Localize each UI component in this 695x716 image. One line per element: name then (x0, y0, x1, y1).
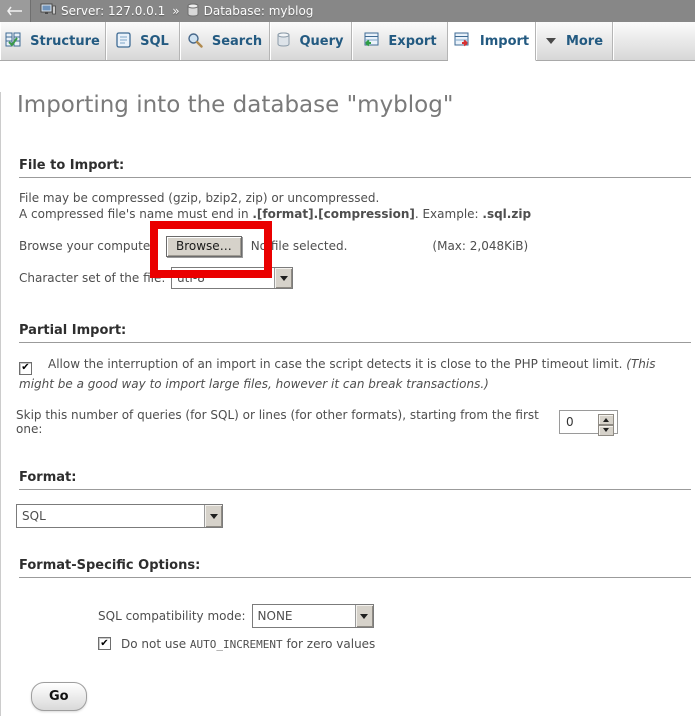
file-help-text: File may be compressed (gzip, bzip2, zip… (19, 190, 677, 222)
spinner-buttons (598, 414, 614, 430)
tab-bar: Structure SQL Search (0, 22, 695, 61)
browse-label: Browse your computer: (19, 239, 166, 253)
allow-interrupt-label: Allow the interruption of an import in c… (19, 357, 656, 391)
breadcrumb: Server: 127.0.0.1 » Database: myblog (40, 3, 313, 20)
partial-import-heading: Partial Import: (19, 323, 691, 343)
auto-increment-checkbox[interactable] (98, 637, 111, 650)
file-help-line2: A compressed file's name must end in .[f… (19, 207, 531, 221)
breadcrumb-bar: Server: 127.0.0.1 » Database: myblog (0, 0, 695, 22)
skip-queries-label: Skip this number of queries (for SQL) or… (16, 408, 559, 436)
import-icon (454, 32, 471, 51)
charset-label: Character set of the file: (19, 271, 171, 285)
format-select-arrow[interactable] (204, 505, 222, 527)
tab-import-label: Import (480, 34, 529, 49)
search-icon (187, 32, 203, 51)
format-selected-value: SQL (17, 505, 204, 527)
back-arrow-icon (7, 4, 23, 19)
tab-import[interactable]: Import (448, 22, 536, 61)
sql-compatibility-select-arrow[interactable] (355, 605, 373, 627)
database-icon (187, 3, 199, 20)
tab-more-label: More (566, 34, 603, 49)
file-to-import-heading: File to Import: (19, 158, 691, 178)
allow-interrupt-checkbox[interactable] (19, 362, 32, 375)
structure-icon (5, 32, 21, 51)
spinner-down-button[interactable] (598, 425, 614, 436)
allow-interrupt-row: Allow the interruption of an import in c… (19, 355, 677, 394)
sql-compatibility-row: SQL compatibility mode: NONE (98, 604, 677, 628)
tab-query[interactable]: Query (270, 22, 352, 60)
file-help-line1: File may be compressed (gzip, bzip2, zip… (19, 191, 379, 205)
format-specific-options-heading: Format-Specific Options: (19, 558, 691, 578)
spinner-up-button[interactable] (598, 414, 614, 425)
charset-select[interactable]: utf-8 (171, 267, 293, 289)
tab-query-label: Query (299, 34, 343, 49)
spinner-up-icon (603, 415, 609, 422)
import-content: Importing into the database "myblog" Fil… (0, 92, 695, 716)
skip-queries-spinner (559, 410, 618, 434)
dropdown-arrow-icon (280, 276, 288, 285)
charset-row: Character set of the file: utf-8 (19, 267, 677, 289)
phpmyadmin-import-page: Server: 127.0.0.1 » Database: myblog (0, 0, 695, 716)
tab-more[interactable]: More (536, 22, 613, 60)
sql-icon (116, 32, 131, 51)
back-button[interactable] (0, 0, 31, 22)
browse-button[interactable]: Browse… (166, 236, 242, 257)
sql-compatibility-select[interactable]: NONE (252, 604, 374, 628)
dropdown-arrow-icon (210, 514, 218, 523)
tab-export[interactable]: Export (352, 22, 448, 60)
auto-increment-row: Do not use AUTO_INCREMENT for zero value… (98, 637, 677, 651)
tab-structure-label: Structure (30, 34, 100, 49)
skip-queries-row: Skip this number of queries (for SQL) or… (16, 410, 677, 434)
max-upload-size: (Max: 2,048KiB) (432, 239, 528, 253)
format-heading: Format: (19, 470, 691, 490)
no-file-selected-text: No file selected. (251, 239, 348, 253)
browse-row: Browse your computer: Browse… No file se… (19, 235, 677, 257)
tab-search-label: Search (212, 34, 262, 49)
format-select[interactable]: SQL (16, 504, 223, 528)
breadcrumb-database-link[interactable]: Database: myblog (204, 4, 314, 18)
go-button[interactable]: Go (31, 682, 87, 711)
breadcrumb-separator: » (172, 4, 179, 18)
tab-search[interactable]: Search (180, 22, 270, 60)
charset-select-arrow[interactable] (274, 268, 292, 288)
tab-structure[interactable]: Structure (0, 22, 106, 60)
sql-compatibility-label: SQL compatibility mode: (98, 609, 246, 623)
format-select-row: SQL (16, 504, 677, 528)
page-title: Importing into the database "myblog" (17, 92, 695, 118)
server-icon (40, 3, 56, 20)
chevron-down-icon (545, 34, 557, 48)
breadcrumb-server-link[interactable]: Server: 127.0.0.1 (61, 4, 165, 18)
sql-compatibility-selected-value: NONE (253, 605, 355, 627)
query-icon (277, 32, 290, 50)
charset-selected-value: utf-8 (172, 268, 274, 288)
auto-increment-label: Do not use AUTO_INCREMENT for zero value… (121, 637, 375, 651)
tab-sql[interactable]: SQL (106, 22, 180, 60)
spinner-down-icon (603, 428, 609, 435)
tab-export-label: Export (388, 34, 436, 49)
export-icon (362, 32, 379, 51)
tabbar-filler (613, 22, 695, 60)
dropdown-arrow-icon (360, 614, 368, 623)
tab-sql-label: SQL (140, 34, 169, 49)
skip-queries-input[interactable] (563, 415, 589, 429)
